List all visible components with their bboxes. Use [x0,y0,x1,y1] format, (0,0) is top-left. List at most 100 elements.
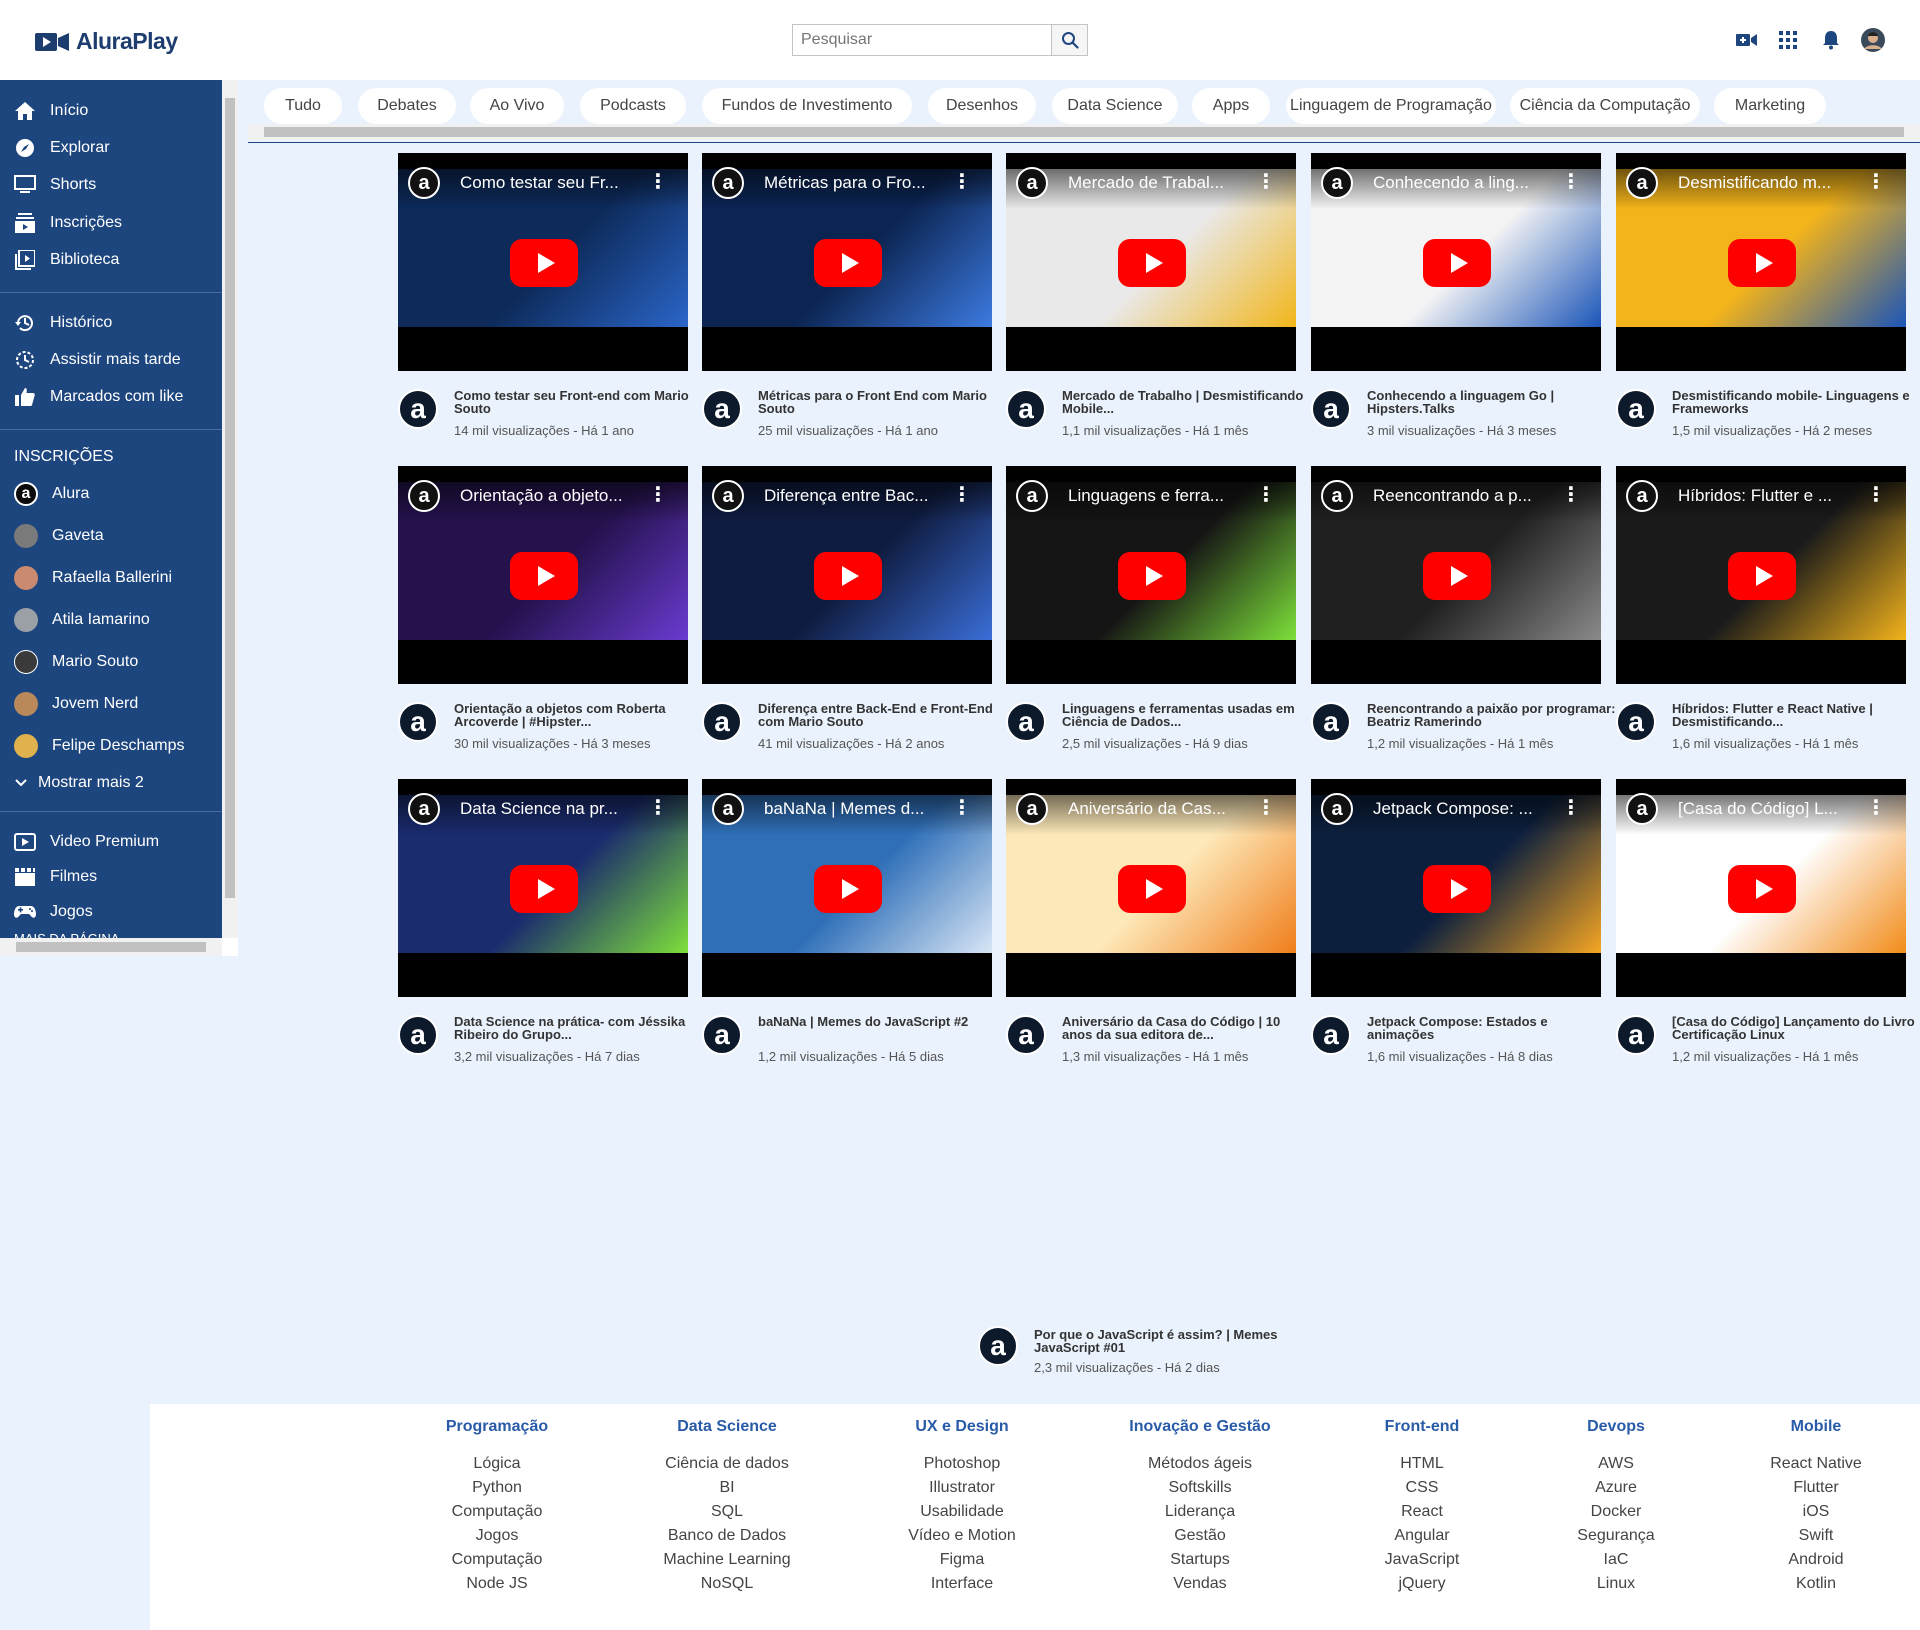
video-title[interactable]: Reencontrando a paixão por programar: Be… [1367,702,1617,728]
footer-link[interactable]: SQL [627,1500,827,1524]
footer-link[interactable]: React [1322,1500,1522,1524]
sidebar-item-historico[interactable]: Histórico [0,306,222,340]
footer-link[interactable]: Liderança [1100,1500,1300,1524]
video-card[interactable]: a Conhecendo a ling... ⋮ a Conhecendo a ling… [1311,153,1615,453]
footer-link[interactable]: Usabilidade [862,1500,1062,1524]
video-card[interactable]: a Métricas para o Fro... ⋮ a Métricas para o… [702,153,1006,453]
chip-ciencia-da-computacao[interactable]: Ciência da Computação [1510,88,1700,124]
more-options-icon[interactable]: ⋮ [1561,169,1581,194]
channel-avatar[interactable]: a [1006,389,1046,429]
more-options-icon[interactable]: ⋮ [1561,482,1581,507]
user-avatar[interactable] [1861,28,1885,52]
video-thumbnail[interactable]: a Data Science na pr... ⋮ [398,779,688,997]
sidebar-item-filmes[interactable]: Filmes [0,860,222,894]
more-options-icon[interactable]: ⋮ [952,795,972,820]
more-options-icon[interactable]: ⋮ [1866,482,1886,507]
sidebar-item-jogos[interactable]: Jogos [0,895,222,929]
video-thumbnail[interactable]: a Conhecendo a ling... ⋮ [1311,153,1601,371]
video-thumbnail[interactable]: a Jetpack Compose: ... ⋮ [1311,779,1601,997]
footer-link[interactable]: React Native [1716,1452,1916,1476]
logo[interactable]: AluraPlay [34,28,178,55]
more-options-icon[interactable]: ⋮ [1561,795,1581,820]
footer-link[interactable]: NoSQL [627,1572,827,1596]
video-thumbnail[interactable]: a Híbridos: Flutter e ... ⋮ [1616,466,1906,684]
video-card[interactable]: a Linguagens e ferra... ⋮ a Linguagens e fer… [1006,466,1310,766]
sidebar-horizontal-scrollbar[interactable] [0,938,222,956]
channel-avatar[interactable]: a [1311,389,1351,429]
footer-link[interactable]: Startups [1100,1548,1300,1572]
channel-avatar[interactable]: a [712,167,744,199]
more-options-icon[interactable]: ⋮ [1256,795,1276,820]
video-title[interactable]: Data Science na prática- com Jéssika Rib… [454,1015,704,1041]
channel-avatar[interactable]: a [1016,793,1048,825]
thumbnail-title[interactable]: baNaNa | Memes d... [764,799,940,819]
scrollbar-thumb[interactable] [225,98,235,898]
sidebar-subscription-gaveta[interactable]: Gaveta [0,519,222,553]
footer-link[interactable]: CSS [1322,1476,1522,1500]
thumbnail-title[interactable]: Data Science na pr... [460,799,636,819]
footer-link[interactable]: Segurança [1516,1524,1716,1548]
play-button[interactable] [510,865,578,913]
footer-link[interactable]: HTML [1322,1452,1522,1476]
sidebar-item-marcados-com-like[interactable]: Marcados com like [0,380,222,414]
more-options-icon[interactable]: ⋮ [648,169,668,194]
channel-avatar[interactable]: a [1616,702,1656,742]
video-card[interactable]: a Orientação a objeto... ⋮ a Orientação a ob… [398,466,702,766]
play-button[interactable] [1423,239,1491,287]
thumbnail-title[interactable]: Conhecendo a ling... [1373,173,1549,193]
channel-avatar[interactable]: a [1626,793,1658,825]
more-options-icon[interactable]: ⋮ [648,482,668,507]
play-button[interactable] [1728,239,1796,287]
sidebar-subscription-alura[interactable]: a Alura [0,477,222,511]
thumbnail-title[interactable]: Desmistificando m... [1678,173,1854,193]
video-title[interactable]: Orientação a objetos com Roberta Arcover… [454,702,704,728]
video-title[interactable]: Desmistificando mobile- Linguagens e Fra… [1672,389,1920,415]
video-title[interactable]: Linguagens e ferramentas usadas em Ciênc… [1062,702,1312,728]
channel-avatar[interactable]: a [398,702,438,742]
sidebar-item-inicio[interactable]: Início [0,94,222,128]
channel-avatar[interactable]: a [408,167,440,199]
search-button[interactable] [1051,25,1087,55]
play-button[interactable] [1423,865,1491,913]
footer-link[interactable]: Gestão [1100,1524,1300,1548]
more-options-icon[interactable]: ⋮ [952,482,972,507]
video-title[interactable]: Aniversário da Casa do Código | 10 anos … [1062,1015,1312,1041]
channel-avatar[interactable]: a [1311,1015,1351,1055]
footer-link[interactable]: Docker [1516,1500,1716,1524]
sidebar-item-inscricoes[interactable]: Inscrições [0,206,222,240]
video-card[interactable]: a Como testar seu Fr... ⋮ a Como testar seu … [398,153,702,453]
channel-avatar[interactable]: a [1016,480,1048,512]
footer-link[interactable]: Python [397,1476,597,1500]
sidebar-subscription-mario-souto[interactable]: Mario Souto [0,645,222,679]
footer-link[interactable]: JavaScript [1322,1548,1522,1572]
video-thumbnail[interactable]: a Orientação a objeto... ⋮ [398,466,688,684]
footer-heading[interactable]: UX e Design [862,1418,1062,1436]
footer-link[interactable]: Computação [397,1500,597,1524]
channel-avatar[interactable]: a [398,389,438,429]
footer-link[interactable]: jQuery [1322,1572,1522,1596]
footer-link[interactable]: AWS [1516,1452,1716,1476]
footer-link[interactable]: Figma [862,1548,1062,1572]
thumbnail-title[interactable]: Jetpack Compose: ... [1373,799,1549,819]
footer-link[interactable]: Photoshop [862,1452,1062,1476]
play-button[interactable] [1118,552,1186,600]
footer-heading[interactable]: Data Science [627,1418,827,1436]
channel-avatar[interactable]: a [702,1015,742,1055]
video-thumbnail[interactable]: a Reencontrando a p... ⋮ [1311,466,1601,684]
more-options-icon[interactable]: ⋮ [1256,482,1276,507]
channel-avatar[interactable]: a [712,793,744,825]
footer-link[interactable]: Vendas [1100,1572,1300,1596]
more-options-icon[interactable]: ⋮ [1866,795,1886,820]
video-thumbnail[interactable]: a Métricas para o Fro... ⋮ [702,153,992,371]
thumbnail-title[interactable]: Orientação a objeto... [460,486,636,506]
channel-avatar[interactable]: a [702,389,742,429]
thumbnail-title[interactable]: Híbridos: Flutter e ... [1678,486,1854,506]
play-button[interactable] [1118,865,1186,913]
play-button[interactable] [814,239,882,287]
play-button[interactable] [1728,552,1796,600]
play-button[interactable] [1728,865,1796,913]
video-thumbnail[interactable]: a Diferença entre Bac... ⋮ [702,466,992,684]
apps-grid-icon[interactable] [1776,28,1800,52]
more-options-icon[interactable]: ⋮ [1866,169,1886,194]
play-button[interactable] [814,865,882,913]
